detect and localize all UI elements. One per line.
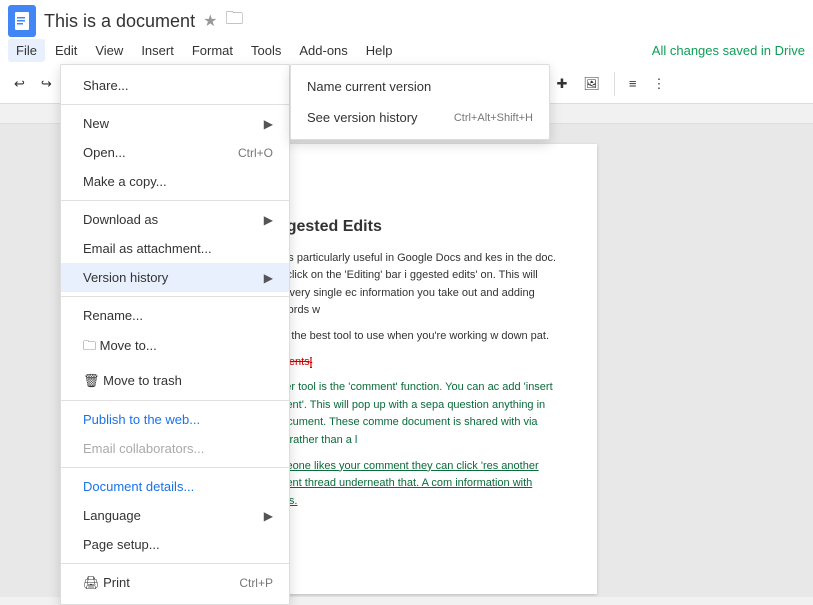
menu-addons[interactable]: Add-ons — [291, 39, 355, 62]
separator4 — [614, 72, 615, 96]
docs-icon — [8, 5, 36, 37]
print-shortcut: Ctrl+P — [239, 576, 273, 590]
publish-web-label: Publish to the web... — [83, 412, 200, 427]
move-trash-label: 🗑 Move to trash — [83, 373, 182, 389]
make-copy-label: Make a copy... — [83, 174, 167, 189]
print-label: 🖨 Print — [83, 575, 130, 591]
menu-tools[interactable]: Tools — [243, 39, 289, 62]
menu-make-copy[interactable]: Make a copy... — [61, 167, 289, 196]
doc-heading: Suggested Edits — [257, 214, 557, 240]
divider-2 — [61, 200, 289, 201]
folder-menu-icon: 🗀 — [83, 338, 100, 353]
menu-file[interactable]: File — [8, 39, 45, 62]
folder-icon[interactable]: 🗀 — [225, 6, 243, 36]
doc-para-2: This is the best tool to use when you're… — [257, 328, 557, 346]
see-history-shortcut: Ctrl+Alt+Shift+H — [454, 112, 533, 124]
name-version-label: Name current version — [307, 79, 431, 94]
see-history-label: See version history — [307, 110, 418, 125]
doc-para-4: Another tool is the 'comment' function. … — [257, 379, 557, 449]
align-button[interactable]: ≡ — [623, 72, 643, 95]
print-menu-icon: 🖨 — [83, 575, 103, 590]
rename-label: Rename... — [83, 308, 143, 323]
menu-doc-details[interactable]: Document details... — [61, 472, 289, 501]
doc-para-5: If someone likes your comment they can c… — [257, 458, 557, 511]
menu-help[interactable]: Help — [358, 39, 401, 62]
name-current-version[interactable]: Name current version — [291, 71, 549, 102]
menu-email-attachment[interactable]: Email as attachment... — [61, 234, 289, 263]
file-menu: Share... New ▶ Open... Ctrl+O Make a cop… — [60, 64, 290, 605]
page-setup-label: Page setup... — [83, 537, 160, 552]
menu-format[interactable]: Format — [184, 39, 241, 62]
menu-move-to[interactable]: 🗀 Move to... — [61, 330, 289, 366]
divider-5 — [61, 467, 289, 468]
divider-1 — [61, 104, 289, 105]
divider-3 — [61, 296, 289, 297]
doc-para-3: Comments| — [257, 354, 557, 372]
menu-view[interactable]: View — [87, 39, 131, 62]
menu-language[interactable]: Language ▶ — [61, 501, 289, 530]
see-version-history[interactable]: See version history Ctrl+Alt+Shift+H — [291, 102, 549, 133]
menu-rename[interactable]: Rename... — [61, 301, 289, 330]
email-collab-label: Email collaborators... — [83, 441, 204, 456]
share-label: Share... — [83, 78, 129, 93]
divider-4 — [61, 400, 289, 401]
menu-download-as[interactable]: Download as ▶ — [61, 205, 289, 234]
comment-button[interactable]: ✚ — [551, 72, 574, 96]
download-as-label: Download as — [83, 212, 158, 227]
version-history-submenu: Name current version See version history… — [290, 64, 550, 140]
star-icon[interactable]: ★ — [203, 11, 217, 31]
more-button[interactable]: ⋮ — [647, 72, 672, 96]
language-label: Language — [83, 508, 141, 523]
new-arrow: ▶ — [264, 117, 273, 131]
undo-button[interactable]: ↩ — [8, 72, 31, 96]
email-attachment-label: Email as attachment... — [83, 241, 212, 256]
doc-details-label: Document details... — [83, 479, 194, 494]
menu-bar: File Edit View Insert Format Tools Add-o… — [0, 36, 813, 64]
trash-icon: 🗑 — [83, 373, 103, 388]
open-label: Open... — [83, 145, 126, 160]
image-button[interactable]: 🖼 — [577, 72, 606, 96]
download-arrow: ▶ — [264, 213, 273, 227]
menu-edit[interactable]: Edit — [47, 39, 85, 62]
menu-move-trash[interactable]: 🗑 Move to trash — [61, 366, 289, 396]
version-history-label: Version history — [83, 270, 168, 285]
menu-new[interactable]: New ▶ — [61, 109, 289, 138]
title-bar: This is a document ★ 🗀 — [0, 0, 813, 36]
divider-6 — [61, 563, 289, 564]
move-to-label: 🗀 Move to... — [83, 337, 157, 359]
doc-para-1: s tool is particularly useful in Google … — [257, 250, 557, 320]
document-title[interactable]: This is a document — [44, 11, 195, 32]
title-area: This is a document ★ 🗀 — [44, 6, 243, 36]
redo-button[interactable]: ↪ — [35, 72, 58, 96]
language-arrow: ▶ — [264, 509, 273, 523]
menu-publish-web[interactable]: Publish to the web... — [61, 405, 289, 434]
menu-email-collab: Email collaborators... — [61, 434, 289, 463]
menu-print[interactable]: 🖨 Print Ctrl+P — [61, 568, 289, 598]
menu-version-history[interactable]: Version history ▶ — [61, 263, 289, 292]
autosave-status: All changes saved in Drive — [652, 43, 805, 58]
open-shortcut: Ctrl+O — [238, 146, 273, 160]
menu-insert[interactable]: Insert — [133, 39, 182, 62]
menu-share[interactable]: Share... — [61, 71, 289, 100]
menu-open[interactable]: Open... Ctrl+O — [61, 138, 289, 167]
version-history-arrow: ▶ — [264, 271, 273, 285]
new-label: New — [83, 116, 109, 131]
menu-page-setup[interactable]: Page setup... — [61, 530, 289, 559]
